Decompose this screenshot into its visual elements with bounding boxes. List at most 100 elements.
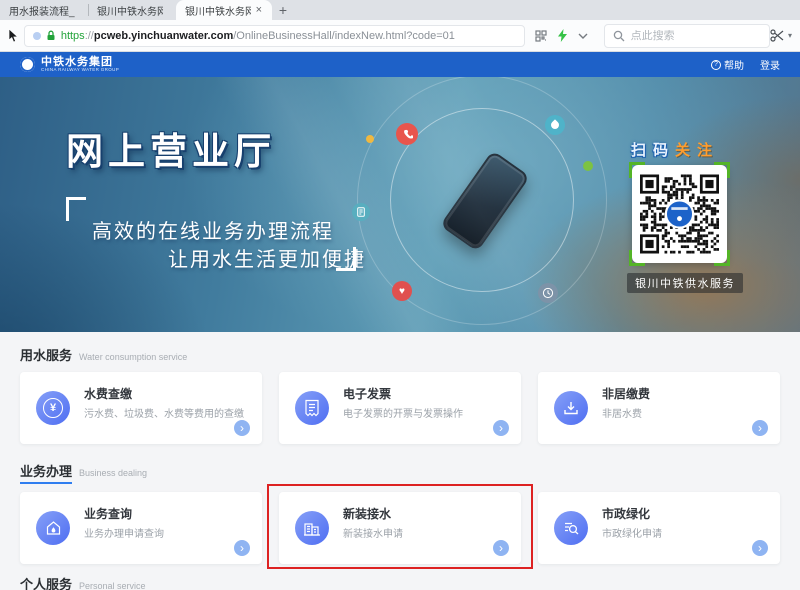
- section-header-personal-service: 个人服务 Personal service: [20, 574, 780, 590]
- card-row-business-dealing: 业务查询 业务办理申请查询 › 新装接水 新装接水申请 ›: [20, 492, 780, 564]
- chevron-down-icon[interactable]: [578, 33, 588, 39]
- card-title: 业务查询: [84, 505, 132, 522]
- card-row-water-service: ¥ 水费查缴 污水费、垃圾费、水费等费用的查缴 › 电子发票 电子发票的开票与发…: [20, 372, 780, 444]
- browser-tab-bar: 用水报装流程_ 银川中铁水务网 银川中铁水务网 × +: [0, 0, 800, 20]
- scan-label-part1: 扫码: [631, 142, 675, 159]
- section-title: 个人服务: [20, 574, 72, 590]
- card-desc: 新装接水申请: [343, 525, 403, 540]
- chevron-right-icon[interactable]: ›: [493, 540, 509, 556]
- qr-corner-bracket: [629, 250, 645, 266]
- main-content: 用水服务 Water consumption service ¥ 水费查缴 污水…: [0, 345, 800, 590]
- search-icon: [613, 30, 625, 42]
- section-subtitle: Personal service: [79, 581, 146, 590]
- tab-label: 用水报装流程_: [9, 3, 75, 18]
- bracket-top-left: [66, 197, 86, 221]
- tray-download-icon: [554, 391, 588, 425]
- card-title: 市政绿化: [602, 505, 650, 522]
- document-icon: [352, 203, 370, 221]
- url-scheme: https: [61, 30, 85, 42]
- login-label: 登录: [760, 57, 780, 72]
- url-host: pcweb.yinchuanwater.com: [94, 30, 233, 42]
- url-path: /OnlineBusinessHall/indexNew.html?code=0…: [233, 30, 455, 42]
- url-separator: ://: [85, 30, 94, 42]
- building-icon: [295, 511, 329, 545]
- card-new-water-connection[interactable]: 新装接水 新装接水申请 ›: [279, 492, 521, 564]
- address-bar[interactable]: https://pcweb.yinchuanwater.com/OnlineBu…: [24, 25, 525, 47]
- screen: 用水报装流程_ 银川中铁水务网 银川中铁水务网 × + https://pcwe…: [0, 0, 800, 590]
- scan-follow-label: 扫码关注: [631, 139, 719, 160]
- brand-logo-icon: [20, 57, 35, 72]
- brand-name: 中铁水务集团: [41, 57, 128, 68]
- tab-water-install-process[interactable]: 用水报装流程_: [0, 0, 88, 20]
- water-drop-icon: [545, 115, 565, 135]
- screenshot-tool[interactable]: ▾: [770, 29, 792, 42]
- card-e-invoice[interactable]: 电子发票 电子发票的开票与发票操作 ›: [279, 372, 521, 444]
- speed-bolt-icon[interactable]: [557, 29, 568, 42]
- card-desc: 电子发票的开票与发票操作: [343, 405, 463, 420]
- qr-scan-icon[interactable]: [535, 30, 547, 42]
- tab-yinchuan-water-2-active[interactable]: 银川中铁水务网 ×: [176, 0, 272, 20]
- section-header-business-dealing: 业务办理 Business dealing: [20, 461, 780, 484]
- qr-corner-bracket: [629, 162, 645, 178]
- card-desc: 市政绿化申请: [602, 525, 662, 540]
- chevron-right-icon[interactable]: ›: [493, 420, 509, 436]
- site-navbar: 中铁水务集团 CHINA RAILWAY WATER GROUP ? 帮助 登录: [0, 52, 800, 77]
- browser-toolbar: https://pcweb.yinchuanwater.com/OnlineBu…: [0, 20, 800, 52]
- tab-yinchuan-water-1[interactable]: 银川中铁水务网: [88, 0, 176, 20]
- card-non-residential-payment[interactable]: 非居缴费 非居水费 ›: [538, 372, 780, 444]
- scan-label-part2: 关注: [675, 142, 719, 159]
- search-input[interactable]: [631, 30, 741, 42]
- hero-subtitle-1: 高效的在线业务办理流程: [92, 215, 334, 244]
- tab-close-icon[interactable]: ×: [255, 5, 263, 16]
- card-desc: 污水费、垃圾费、水费等费用的查缴: [84, 405, 244, 420]
- section-subtitle: Business dealing: [79, 468, 147, 478]
- qr-corner-bracket: [714, 162, 730, 178]
- section-subtitle: Water consumption service: [79, 352, 187, 362]
- card-desc: 非居水费: [602, 405, 642, 420]
- section-title: 业务办理: [20, 461, 72, 484]
- tab-label: 银川中铁水务网: [185, 3, 251, 18]
- url-text: https://pcweb.yinchuanwater.com/OnlineBu…: [61, 30, 455, 42]
- card-water-fee-payment[interactable]: ¥ 水费查缴 污水费、垃圾费、水费等费用的查缴 ›: [20, 372, 262, 444]
- bracket-bottom-right: [336, 247, 356, 271]
- yellow-dot: [366, 135, 374, 143]
- lock-icon: [46, 30, 56, 41]
- login-button[interactable]: 登录: [760, 57, 780, 72]
- tab-label: 银川中铁水务网: [97, 3, 163, 18]
- brand-text: 中铁水务集团 CHINA RAILWAY WATER GROUP: [41, 57, 128, 73]
- hero-title: 网上营业厅: [66, 121, 276, 175]
- qr-corner-bracket: [714, 250, 730, 266]
- site-favicon: [33, 32, 41, 40]
- yuan-icon: ¥: [36, 391, 70, 425]
- chevron-right-icon[interactable]: ›: [234, 540, 250, 556]
- card-title: 非居缴费: [602, 385, 650, 402]
- chevron-right-icon[interactable]: ›: [752, 420, 768, 436]
- hero-banner: ♥ 网上营业厅 高效的在线业务办理流程 让用水生活更加便捷 扫码关注: [0, 77, 800, 332]
- brand[interactable]: 中铁水务集团 CHINA RAILWAY WATER GROUP: [20, 57, 128, 73]
- green-dot: [583, 161, 593, 171]
- help-label: 帮助: [724, 57, 744, 72]
- card-municipal-greening[interactable]: 市政绿化 市政绿化申请 ›: [538, 492, 780, 564]
- invoice-icon: [295, 391, 329, 425]
- card-title: 水费查缴: [84, 385, 132, 402]
- card-title: 新装接水: [343, 505, 391, 522]
- new-tab-button[interactable]: +: [272, 0, 294, 20]
- card-title: 电子发票: [343, 385, 391, 402]
- browser-search-box[interactable]: [604, 24, 770, 48]
- qr-caption: 银川中铁供水服务: [627, 273, 743, 293]
- caret-down-icon: ▾: [788, 31, 792, 40]
- question-circle-icon: ?: [711, 60, 721, 70]
- section-header-water-service: 用水服务 Water consumption service: [20, 345, 780, 364]
- card-desc: 业务办理申请查询: [84, 525, 164, 540]
- section-title: 用水服务: [20, 345, 72, 364]
- help-button[interactable]: ? 帮助: [711, 57, 744, 72]
- highlight-box-new-water-connection: 新装接水 新装接水申请 ›: [279, 492, 521, 564]
- phone-call-icon: [396, 123, 418, 145]
- qr-code: [632, 165, 727, 263]
- chevron-right-icon[interactable]: ›: [234, 420, 250, 436]
- card-business-inquiry[interactable]: 业务查询 业务办理申请查询 ›: [20, 492, 262, 564]
- search-list-icon: [554, 511, 588, 545]
- chevron-right-icon[interactable]: ›: [752, 540, 768, 556]
- brand-name-en: CHINA RAILWAY WATER GROUP: [41, 68, 119, 73]
- heart-icon: ♥: [392, 281, 412, 301]
